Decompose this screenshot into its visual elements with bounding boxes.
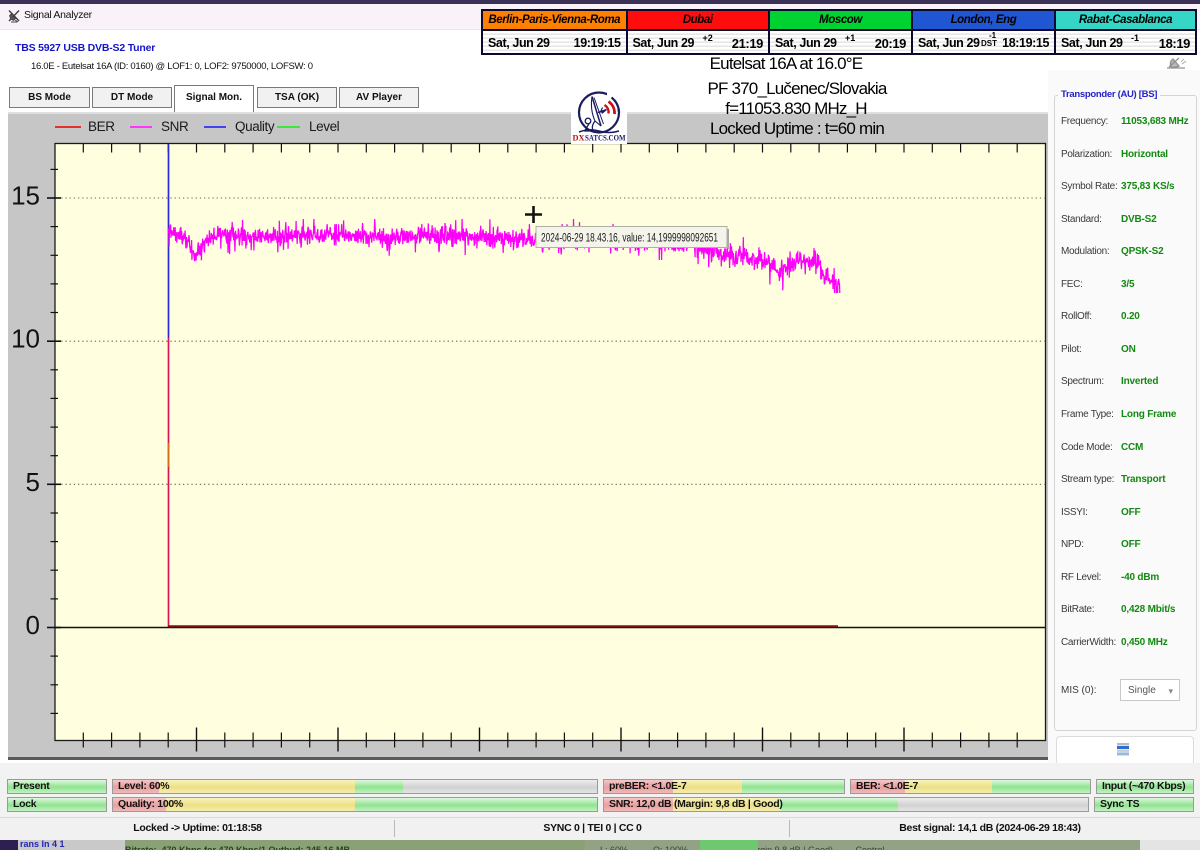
svg-text:DX: DX — [573, 133, 586, 143]
svg-text:SATCS.COM: SATCS.COM — [585, 133, 626, 143]
svg-text:15: 15 — [11, 181, 40, 211]
svg-text:2024-06-29 18.43.16, value: 14: 2024-06-29 18.43.16, value: 14,199999809… — [541, 233, 718, 245]
svg-text:0: 0 — [26, 610, 40, 640]
svg-text:5: 5 — [26, 467, 40, 497]
svg-text:10: 10 — [11, 324, 40, 354]
